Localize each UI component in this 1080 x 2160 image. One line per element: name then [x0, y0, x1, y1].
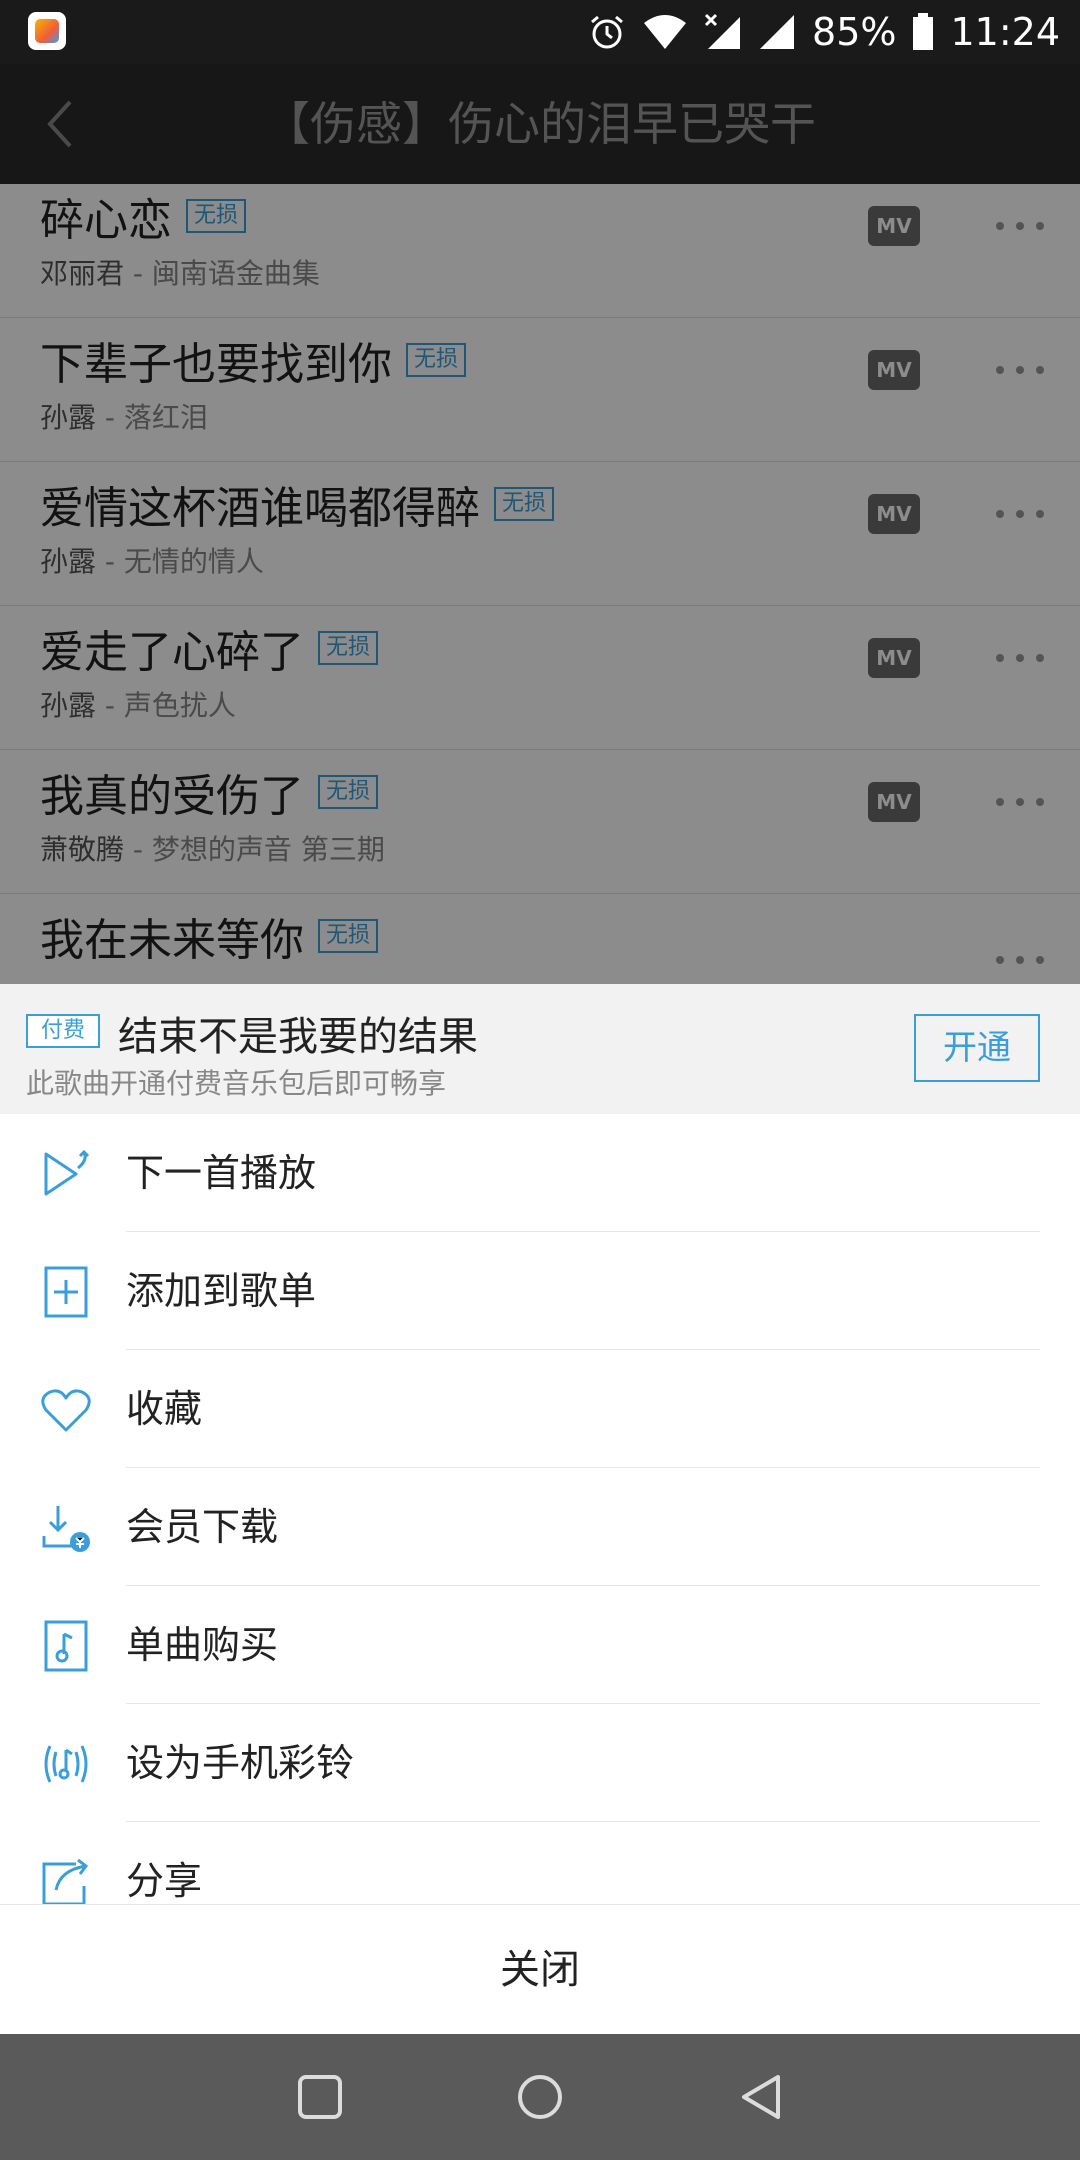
share-icon [42, 1858, 89, 1906]
activate-button[interactable]: 开通 [914, 1014, 1040, 1082]
clock: 11:24 [950, 10, 1060, 54]
back-icon[interactable] [736, 2071, 788, 2123]
menu-item-play-next[interactable]: 下一首播放 [0, 1114, 1080, 1232]
menu-label: 会员下载 [126, 1505, 279, 1549]
menu-item-add-to-playlist[interactable]: 添加到歌单 [0, 1232, 1080, 1350]
add-to-playlist-icon [44, 1266, 88, 1318]
battery-icon [913, 13, 934, 50]
home-icon[interactable] [514, 2071, 566, 2123]
recent-apps-icon[interactable] [294, 2071, 346, 2123]
system-nav-bar [0, 2034, 1080, 2160]
menu-item-vip-download[interactable]: 会员下载 [0, 1468, 1080, 1586]
menu-item-favorite[interactable]: 收藏 [0, 1350, 1080, 1468]
menu-item-ringtone[interactable]: 设为手机彩铃 [0, 1704, 1080, 1822]
sheet-song-title: 结束不是我要的结果 [118, 1014, 478, 1060]
signal-icon [760, 15, 795, 49]
signal-off-icon [704, 13, 741, 49]
menu-item-buy-song[interactable]: 单曲购买 [0, 1586, 1080, 1704]
menu-label: 收藏 [126, 1387, 203, 1431]
modal-backdrop[interactable] [0, 64, 1080, 984]
close-label: 关闭 [500, 1947, 580, 1993]
menu-label: 添加到歌单 [126, 1269, 317, 1313]
sheet-song-header: 付费 结束不是我要的结果 此歌曲开通付费音乐包后即可畅享 开通 [0, 984, 1080, 1114]
status-indicators: 85% 11:24 [588, 0, 1060, 64]
ringtone-icon [44, 1745, 88, 1783]
vip-download-icon [42, 1506, 90, 1552]
alarm-icon [591, 15, 623, 49]
buy-song-icon [44, 1620, 88, 1672]
heart-icon [41, 1389, 91, 1432]
wifi-icon [644, 15, 687, 49]
sheet-song-hint: 此歌曲开通付费音乐包后即可畅享 [26, 1067, 447, 1100]
menu-label: 单曲购买 [126, 1623, 279, 1667]
song-action-sheet: 付费 结束不是我要的结果 此歌曲开通付费音乐包后即可畅享 开通 下一首播放 添加… [0, 984, 1080, 2034]
paid-badge: 付费 [26, 1014, 100, 1048]
close-button[interactable]: 关闭 [0, 1904, 1080, 2034]
app-icon [28, 12, 66, 50]
play-next-icon [44, 1149, 90, 1196]
menu-label: 下一首播放 [126, 1151, 317, 1195]
status-bar: 85% 11:24 [0, 0, 1080, 64]
menu-label: 设为手机彩铃 [126, 1741, 355, 1785]
battery-percent: 85% [812, 10, 897, 54]
